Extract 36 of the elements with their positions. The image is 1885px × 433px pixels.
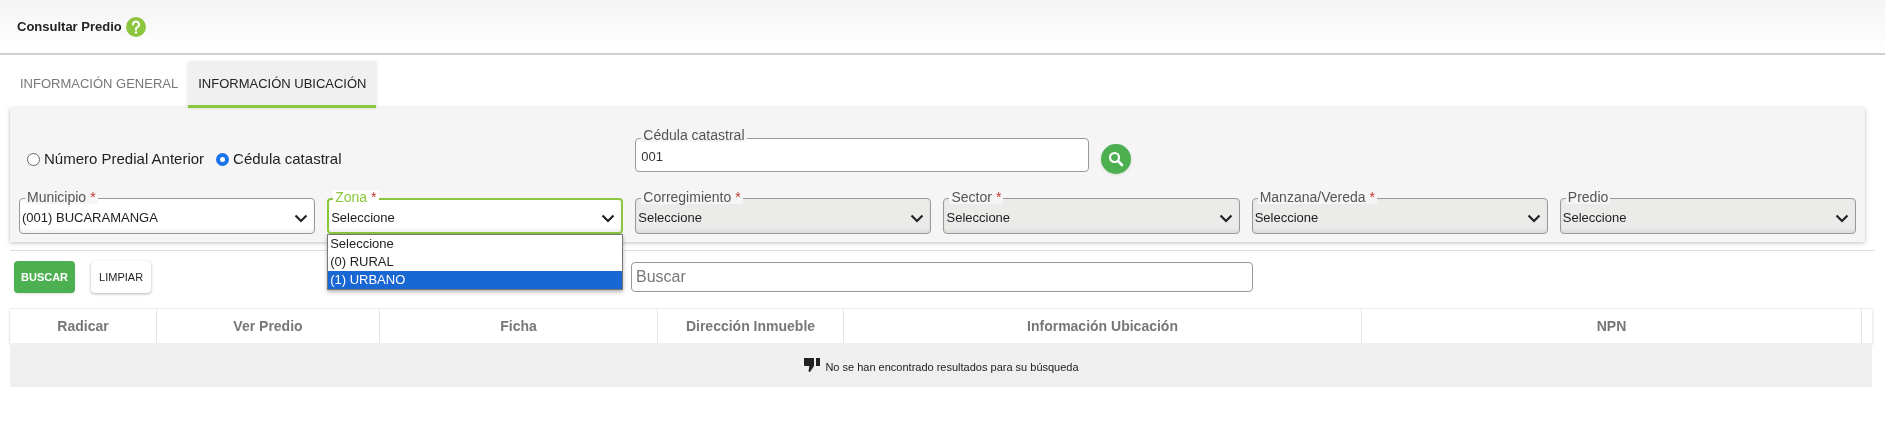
field-label: Sector * [949,190,1004,204]
field-label: Zona * [333,190,379,204]
thumbs-down-icon [803,357,822,373]
radio-button[interactable] [27,152,40,166]
tab[interactable]: INFORMACIÓN UBICACIÓN [188,62,377,108]
chevron-down-icon [1218,213,1233,223]
chevron-down-icon [1526,213,1541,223]
chevron-down-icon [601,213,616,223]
select-value: Seleccione [638,209,703,228]
radio-label: Número Predial Anterior [44,148,205,169]
chevron-down-icon [910,213,925,223]
chevron-down-icon [294,213,309,223]
table-search-field[interactable]: Buscar [631,262,1253,292]
field-value: 001 [641,148,664,167]
search-button[interactable] [1101,144,1132,174]
radio-label: Cédula catastral [233,148,342,169]
radio-button[interactable] [216,152,230,166]
clear-button[interactable]: LIMPIAR [91,261,152,293]
field-label: Cédula catastral [641,128,747,142]
select-value: Seleccione [1254,209,1320,228]
select-value: Seleccione [1562,209,1628,228]
dropdown-option[interactable]: (1) URBANO [328,271,623,289]
select-value: Seleccione [331,209,396,228]
select-value: (001) BUCARAMANGA [22,209,159,228]
select-value: Seleccione [946,209,1012,228]
field-label: Predio [1565,190,1611,204]
search-icon [1108,151,1125,167]
chevron-down-icon [1835,213,1849,223]
field-label: Corregimiento * [641,190,743,204]
dropdown-option[interactable]: (0) RURAL [328,253,623,271]
page-title: Consultar Predio [17,17,122,36]
dropdown-option[interactable]: Seleccione [328,235,623,253]
tab[interactable]: INFORMACIÓN GENERAL [10,62,189,108]
field-label: Manzana/Vereda * [1257,190,1377,204]
empty-message: No se han encontrado resultados para su búsqueda [825,360,1079,376]
field-label: Municipio * [25,190,98,204]
